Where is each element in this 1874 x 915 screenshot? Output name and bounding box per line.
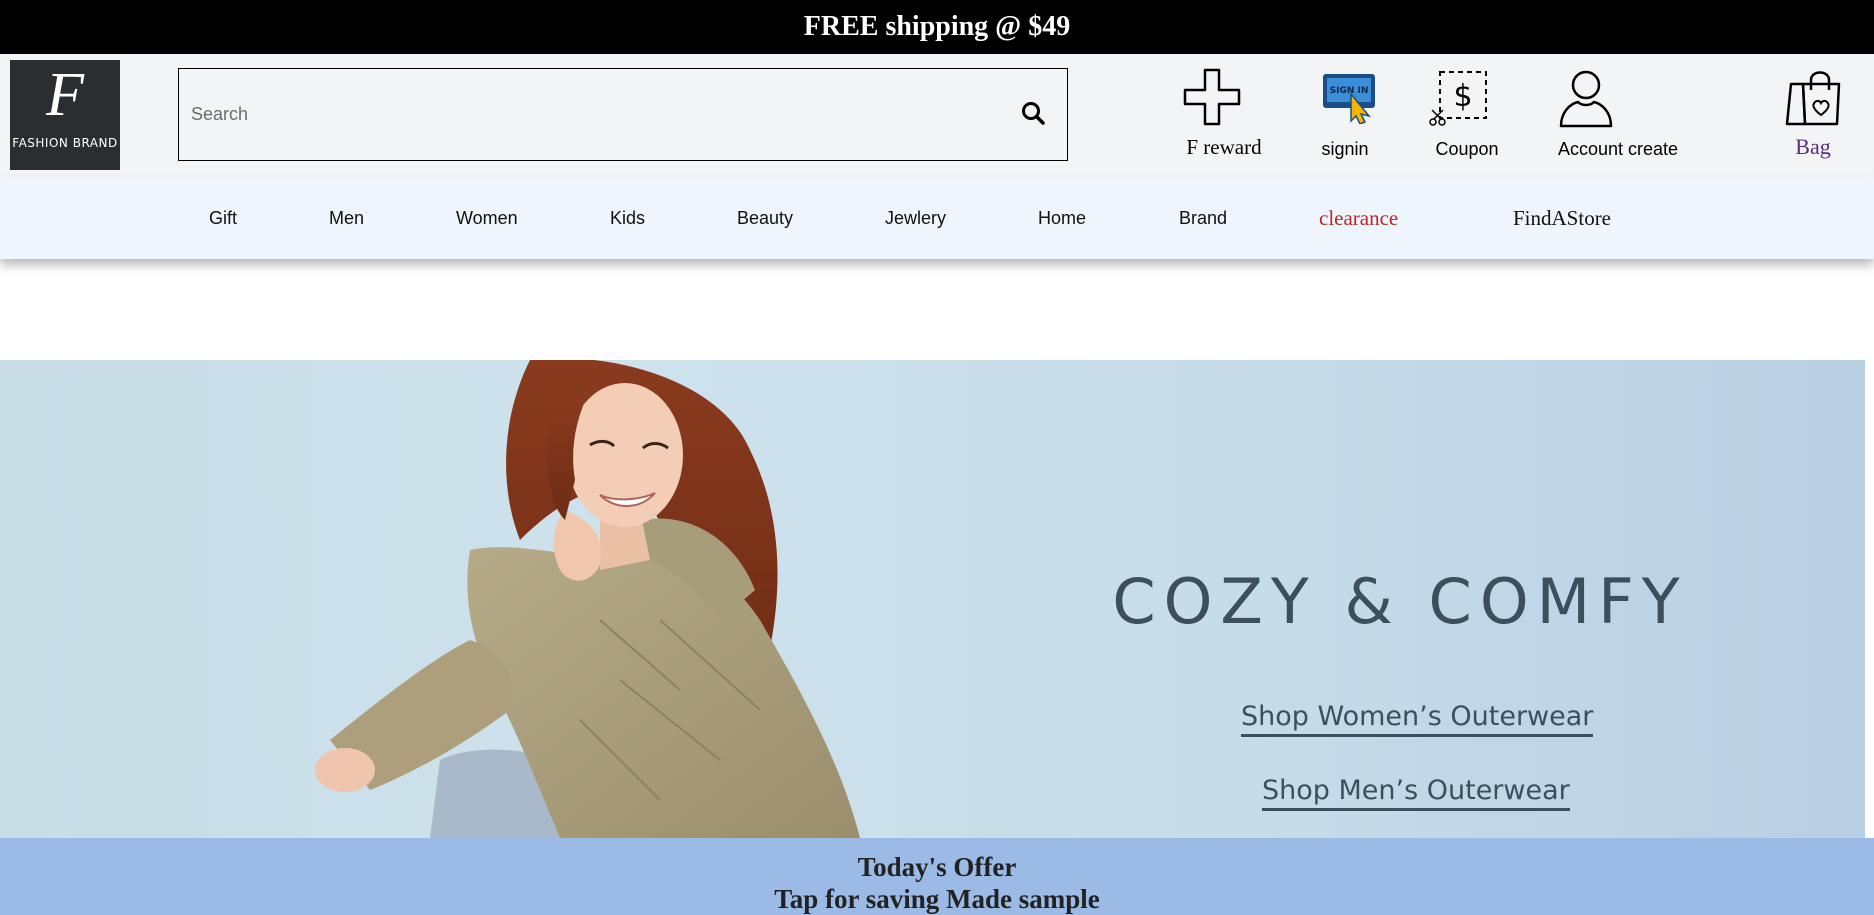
category-nav: Gift Men Women Kids Beauty Jewlery Home …: [0, 177, 1874, 259]
account-create-label: Account create: [1557, 139, 1679, 159]
coupon-label: Coupon: [1435, 139, 1499, 159]
hero-photo: [315, 360, 860, 838]
shopping-bag-icon: [1785, 71, 1841, 126]
plus-icon: [1183, 68, 1241, 126]
nav-item-men[interactable]: Men: [329, 177, 364, 259]
nav-item-gift[interactable]: Gift: [209, 177, 237, 259]
logo-letter: F: [46, 61, 84, 129]
coupon-symbol: $: [1453, 79, 1472, 114]
hero-banner[interactable]: COZY & COMFY Shop Women’s Outerwear Shop…: [0, 360, 1865, 838]
sign-in-icon: SIGN IN: [1323, 74, 1375, 124]
reward-button[interactable]: F reward: [1180, 68, 1268, 168]
coupon-button[interactable]: $ Coupon: [1428, 68, 1506, 168]
logo-text: FASHION BRAND: [12, 136, 118, 150]
shop-mens-outerwear-link[interactable]: Shop Men’s Outerwear: [1262, 774, 1570, 811]
search-box: [178, 68, 1068, 161]
nav-item-kids[interactable]: Kids: [610, 177, 645, 259]
brand-logo[interactable]: F FASHION BRAND: [10, 60, 120, 170]
promo-text: FREE shipping @ $49: [803, 11, 1071, 42]
nav-item-beauty[interactable]: Beauty: [737, 177, 793, 259]
nav-item-brand[interactable]: Brand: [1179, 177, 1227, 259]
account-create-button[interactable]: Account create: [1548, 68, 1688, 168]
search-input[interactable]: [179, 69, 979, 160]
reward-label: F reward: [1186, 135, 1262, 159]
signin-button[interactable]: SIGN IN signin: [1312, 68, 1378, 168]
nav-item-jewlery[interactable]: Jewlery: [885, 177, 946, 259]
search-icon[interactable]: [1019, 99, 1049, 129]
nav-item-findastore[interactable]: FindAStore: [1513, 177, 1611, 259]
shop-womens-outerwear-link[interactable]: Shop Women’s Outerwear: [1241, 700, 1594, 737]
hero-title: COZY & COMFY: [1112, 565, 1688, 638]
site-header: F FASHION BRAND F reward SIGN IN signin …: [0, 54, 1874, 177]
promo-bar: FREE shipping @ $49: [0, 0, 1874, 54]
offer-subtitle: Tap for saving Made sample: [774, 884, 1100, 914]
offer-title: Today's Offer: [857, 852, 1017, 882]
nav-item-women[interactable]: Women: [456, 177, 518, 259]
nav-item-home[interactable]: Home: [1038, 177, 1086, 259]
signin-label: signin: [1321, 139, 1369, 159]
nav-item-clearance[interactable]: clearance: [1319, 177, 1398, 259]
bag-label: Bag: [1795, 134, 1831, 159]
coupon-icon: $: [1429, 71, 1487, 126]
sign-in-icon-text: SIGN IN: [1330, 86, 1369, 96]
user-icon: [1559, 70, 1613, 128]
todays-offer-banner[interactable]: Today's Offer Tap for saving Made sample: [0, 838, 1874, 915]
bag-button[interactable]: Bag: [1780, 68, 1846, 168]
